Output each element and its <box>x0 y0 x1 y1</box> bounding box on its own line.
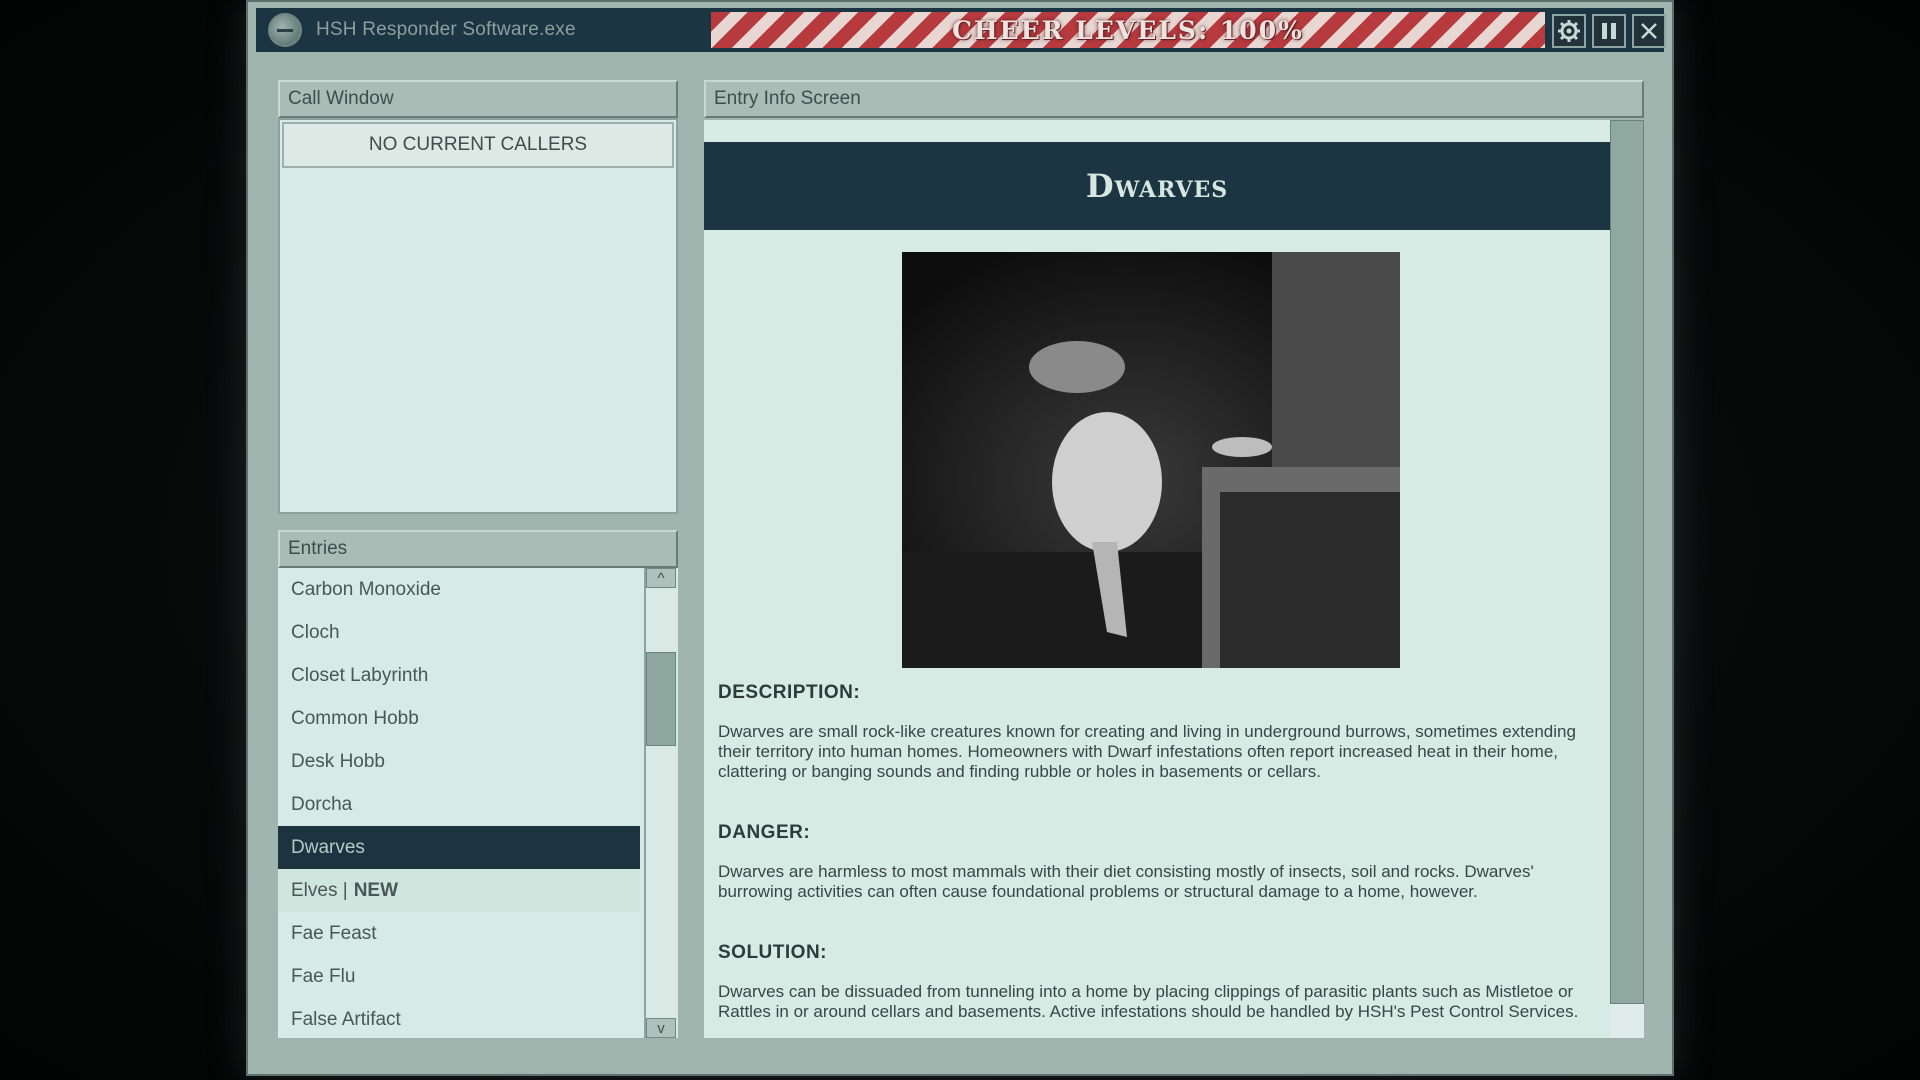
list-item-label: Fae Feast <box>291 923 377 945</box>
caller-status: NO CURRENT CALLERS <box>282 122 674 168</box>
list-item-label: Closet Labyrinth <box>291 665 428 687</box>
entry-info-header: Entry Info Screen <box>704 80 1644 118</box>
list-item-cloch[interactable]: Cloch <box>278 611 640 654</box>
entry-title: Dwarves <box>704 142 1610 230</box>
list-item-label: Desk Hobb <box>291 751 385 773</box>
list-item-false-artifact[interactable]: False Artifact <box>278 998 640 1038</box>
list-item-desk-hobb[interactable]: Desk Hobb <box>278 740 640 783</box>
list-item-carbon-monoxide[interactable]: Carbon Monoxide <box>278 568 640 611</box>
list-item-fae-feast[interactable]: Fae Feast <box>278 912 640 955</box>
call-window-panel: NO CURRENT CALLERS <box>278 118 678 514</box>
app-logo-icon <box>268 13 302 47</box>
list-item-label: Dwarves <box>291 837 365 859</box>
entries-header: Entries <box>278 530 678 568</box>
list-item-label: Cloch <box>291 622 340 644</box>
list-item-label: Elves | <box>291 880 348 902</box>
title-bar: HSH Responder Software.exe CHEER LEVELS:… <box>256 8 1664 52</box>
danger-text: Dwarves are harmless to most mammals wit… <box>718 862 1588 902</box>
scroll-up-button[interactable]: ^ <box>646 568 676 588</box>
solution-label: SOLUTION: <box>718 942 827 964</box>
danger-label: DANGER: <box>718 822 810 844</box>
responder-window: HSH Responder Software.exe CHEER LEVELS:… <box>246 0 1674 1076</box>
solution-text: Dwarves can be dissuaded from tunneling … <box>718 982 1588 1022</box>
dwarf-photo <box>902 252 1400 668</box>
entry-info-scroll-thumb[interactable] <box>1610 120 1644 1004</box>
list-item-elves[interactable]: Elves | NEW <box>278 869 640 912</box>
list-item-closet-labyrinth[interactable]: Closet Labyrinth <box>278 654 640 697</box>
call-window-header: Call Window <box>278 80 678 118</box>
list-item-label: Dorcha <box>291 794 352 816</box>
list-item-label: False Artifact <box>291 1009 401 1031</box>
cheer-levels-text: CHEER LEVELS: 100% <box>952 16 1304 45</box>
window-title: HSH Responder Software.exe <box>316 19 686 41</box>
settings-button[interactable] <box>1552 14 1586 48</box>
pause-icon <box>1599 21 1619 41</box>
pause-button[interactable] <box>1592 14 1626 48</box>
entry-info-panel: Dwarves DESCRIPTION: Dwarves are small r… <box>704 120 1610 1038</box>
description-label: DESCRIPTION: <box>718 682 860 704</box>
gear-icon <box>1557 19 1581 43</box>
scroll-thumb[interactable] <box>646 652 676 746</box>
entry-info-scrollbar[interactable] <box>1610 120 1644 1038</box>
cheer-levels-banner: CHEER LEVELS: 100% <box>711 12 1545 48</box>
new-badge: NEW <box>354 880 398 902</box>
entries-scrollbar[interactable]: ^ v <box>644 568 676 1038</box>
close-icon <box>1639 21 1659 41</box>
description-text: Dwarves are small rock-like creatures kn… <box>718 722 1588 782</box>
scroll-down-button[interactable]: v <box>646 1018 676 1038</box>
entries-list: Carbon Monoxide Cloch Closet Labyrinth C… <box>278 568 678 1038</box>
list-item-label: Carbon Monoxide <box>291 579 441 601</box>
list-item-label: Common Hobb <box>291 708 419 730</box>
close-button[interactable] <box>1632 14 1666 48</box>
list-item-common-hobb[interactable]: Common Hobb <box>278 697 640 740</box>
list-item-dorcha[interactable]: Dorcha <box>278 783 640 826</box>
list-item-label: Fae Flu <box>291 966 355 988</box>
list-item-fae-flu[interactable]: Fae Flu <box>278 955 640 998</box>
list-item-dwarves[interactable]: Dwarves <box>278 826 640 869</box>
